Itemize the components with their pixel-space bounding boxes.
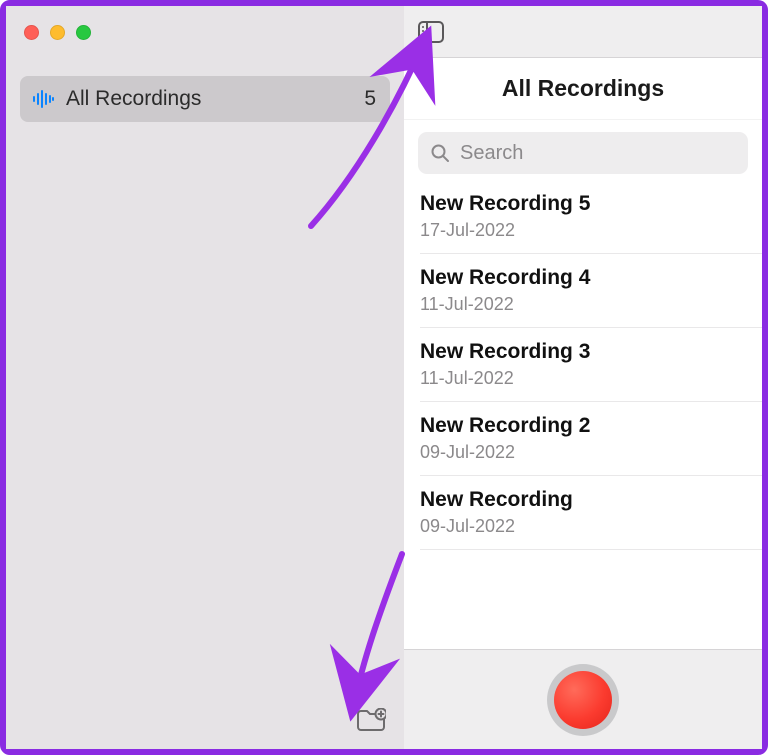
waveform-icon [32, 88, 54, 110]
toolbar [404, 6, 762, 58]
recording-date: 09-Jul-2022 [420, 516, 762, 537]
recording-item[interactable]: New Recording 4 11-Jul-2022 [404, 254, 762, 327]
recording-name: New Recording 4 [420, 266, 762, 290]
folder-list: All Recordings 5 [6, 58, 404, 122]
new-folder-button[interactable] [356, 708, 386, 734]
record-bar [404, 649, 762, 749]
main-panel: All Recordings New Recording 5 17-Jul-202… [404, 6, 762, 749]
search-field[interactable] [418, 132, 748, 174]
sidebar-item-label: All Recordings [66, 87, 364, 111]
search-icon [430, 143, 450, 163]
sidebar: All Recordings 5 [6, 6, 404, 749]
recording-date: 17-Jul-2022 [420, 220, 762, 241]
toggle-sidebar-button[interactable] [418, 21, 444, 43]
window-titlebar [6, 6, 404, 58]
recording-item[interactable]: New Recording 5 17-Jul-2022 [404, 180, 762, 253]
search-input[interactable] [460, 142, 736, 165]
zoom-window-button[interactable] [76, 25, 91, 40]
close-window-button[interactable] [24, 25, 39, 40]
recording-date: 11-Jul-2022 [420, 294, 762, 315]
voice-memos-window: All Recordings 5 [0, 0, 768, 755]
sidebar-item-all-recordings[interactable]: All Recordings 5 [20, 76, 390, 122]
recording-item[interactable]: New Recording 3 11-Jul-2022 [404, 328, 762, 401]
recording-name: New Recording [420, 488, 762, 512]
sidebar-item-count: 5 [364, 87, 376, 111]
list-separator [420, 549, 762, 550]
recording-item[interactable]: New Recording 2 09-Jul-2022 [404, 402, 762, 475]
recording-item[interactable]: New Recording 09-Jul-2022 [404, 476, 762, 549]
recordings-list: New Recording 517-Jul-2022New Recording … [404, 180, 762, 649]
recording-date: 09-Jul-2022 [420, 442, 762, 463]
record-icon [554, 671, 612, 729]
page-header: All Recordings [404, 58, 762, 120]
page-title: All Recordings [502, 75, 664, 102]
minimize-window-button[interactable] [50, 25, 65, 40]
record-button[interactable] [547, 664, 619, 736]
recording-name: New Recording 2 [420, 414, 762, 438]
recording-date: 11-Jul-2022 [420, 368, 762, 389]
recording-name: New Recording 3 [420, 340, 762, 364]
recording-name: New Recording 5 [420, 192, 762, 216]
